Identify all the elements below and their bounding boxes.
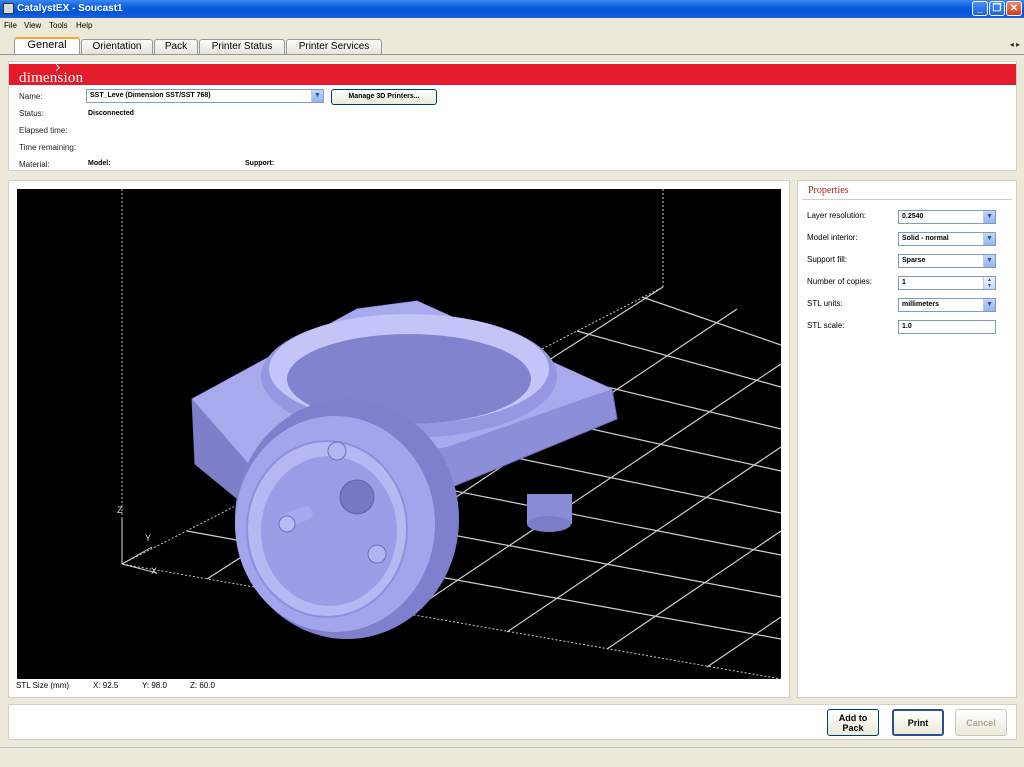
brand-banner: dimension	[9, 63, 1016, 86]
tab-printer-services[interactable]: Printer Services	[286, 39, 382, 54]
stl-scale-label: STL scale:	[807, 321, 845, 330]
viewport-panel: Z Y X STL Size (mm) X: 92.5 Y: 98.0 Z: 6…	[8, 180, 790, 698]
stl-scale-value: 1.0	[902, 323, 912, 330]
axis-x-label: X	[151, 566, 157, 576]
properties-divider	[802, 199, 1012, 200]
window-title: CatalystEX - Soucast1	[17, 3, 123, 14]
tab-divider	[0, 54, 1024, 55]
stl-size-y: Y: 98.0	[142, 681, 167, 690]
stl-units-select[interactable]: millimeters ▼	[898, 298, 996, 312]
copies-value: 1	[902, 279, 906, 286]
add-to-pack-label-2: Pack	[842, 722, 864, 733]
menu-tools[interactable]: Tools	[49, 21, 68, 30]
title-bar[interactable]: CatalystEX - Soucast1 _ ❐ ✕	[0, 0, 1024, 18]
tab-general[interactable]: General	[14, 37, 80, 55]
restore-button[interactable]: ❐	[989, 1, 1005, 16]
action-bar: Add to Pack Print Cancel	[8, 704, 1017, 740]
app-icon	[3, 3, 14, 14]
printer-select[interactable]: SST_Leve (Dimension SST/SST 768) ▼	[86, 89, 324, 103]
manage-printers-button[interactable]: Manage 3D Printers...	[331, 89, 437, 105]
3d-viewport[interactable]: Z Y X	[17, 189, 781, 679]
stl-size-label: STL Size (mm)	[16, 681, 70, 690]
tab-orientation[interactable]: Orientation	[81, 39, 153, 54]
chevron-down-icon[interactable]: ▼	[983, 255, 995, 267]
model-material-label: Model:	[88, 160, 111, 167]
printer-select-value: SST_Leve (Dimension SST/SST 768)	[90, 92, 211, 99]
minimize-button[interactable]: _	[972, 1, 988, 16]
menu-view[interactable]: View	[24, 21, 41, 30]
properties-panel: Properties Layer resolution: 0.2540 ▼ Mo…	[797, 180, 1017, 698]
viewport-scene: Z Y X	[117, 189, 781, 679]
model-interior-value: Solid - normal	[902, 235, 949, 242]
chevron-down-icon[interactable]: ▼	[983, 233, 995, 245]
layer-resolution-label: Layer resolution:	[807, 211, 867, 220]
catalystex-window: CatalystEX - Soucast1 _ ❐ ✕ File View To…	[0, 0, 1024, 767]
add-to-pack-label-1: Add to	[838, 712, 868, 723]
status-label: Status:	[19, 109, 44, 118]
close-button[interactable]: ✕	[1006, 1, 1022, 16]
chevron-down-icon[interactable]: ▼	[983, 211, 995, 223]
copies-stepper[interactable]: 1 ▲ ▼	[898, 276, 996, 290]
axis-z-label: Z	[117, 505, 123, 515]
support-fill-label: Support fill:	[807, 255, 848, 264]
support-fill-value: Sparse	[902, 257, 926, 264]
menu-file[interactable]: File	[4, 21, 17, 30]
axis-y-label: Y	[145, 533, 151, 543]
elapsed-time-label: Elapsed time:	[19, 126, 68, 135]
material-label: Material:	[19, 160, 50, 169]
tab-scroll-arrows[interactable]: ◂ ▸	[1010, 40, 1020, 49]
stl-size-x: X: 92.5	[93, 681, 119, 690]
properties-title: Properties	[808, 185, 849, 196]
status-value: Disconnected	[88, 110, 134, 117]
menu-help[interactable]: Help	[76, 21, 92, 30]
stl-size-z: Z: 60.0	[190, 681, 215, 690]
stl-units-value: millimeters	[902, 301, 939, 308]
stl-model[interactable]	[191, 300, 618, 639]
layer-resolution-select[interactable]: 0.2540 ▼	[898, 210, 996, 224]
tab-pack[interactable]: Pack	[154, 39, 198, 54]
menu-bar: File View Tools Help	[0, 18, 1024, 33]
stl-scale-input[interactable]: 1.0	[898, 320, 996, 334]
model-interior-select[interactable]: Solid - normal ▼	[898, 232, 996, 246]
cancel-button[interactable]: Cancel	[955, 709, 1007, 736]
chevron-down-icon[interactable]: ▼	[983, 299, 995, 311]
tab-strip: General Orientation Pack Printer Status …	[0, 35, 1024, 55]
chevron-down-icon[interactable]: ▼	[311, 90, 323, 102]
axis-triad	[121, 519, 158, 574]
status-bar	[0, 747, 1024, 767]
name-label: Name:	[19, 92, 43, 101]
spinner-icon[interactable]: ▲ ▼	[983, 277, 995, 289]
stl-units-label: STL units:	[807, 299, 843, 308]
tab-printer-status[interactable]: Printer Status	[199, 39, 285, 54]
copies-label: Number of copies:	[807, 277, 872, 286]
model-interior-label: Model interior:	[807, 233, 858, 242]
printer-header-panel: dimension Name: SST_Leve (Dimension SST/…	[8, 61, 1017, 171]
add-to-pack-button[interactable]: Add to Pack	[827, 709, 879, 736]
dimension-logo: dimension	[19, 70, 84, 86]
support-fill-select[interactable]: Sparse ▼	[898, 254, 996, 268]
layer-resolution-value: 0.2540	[902, 213, 924, 220]
support-material-label: Support:	[245, 160, 275, 167]
print-button[interactable]: Print	[892, 709, 944, 736]
time-remaining-label: Time remaining:	[19, 143, 77, 152]
